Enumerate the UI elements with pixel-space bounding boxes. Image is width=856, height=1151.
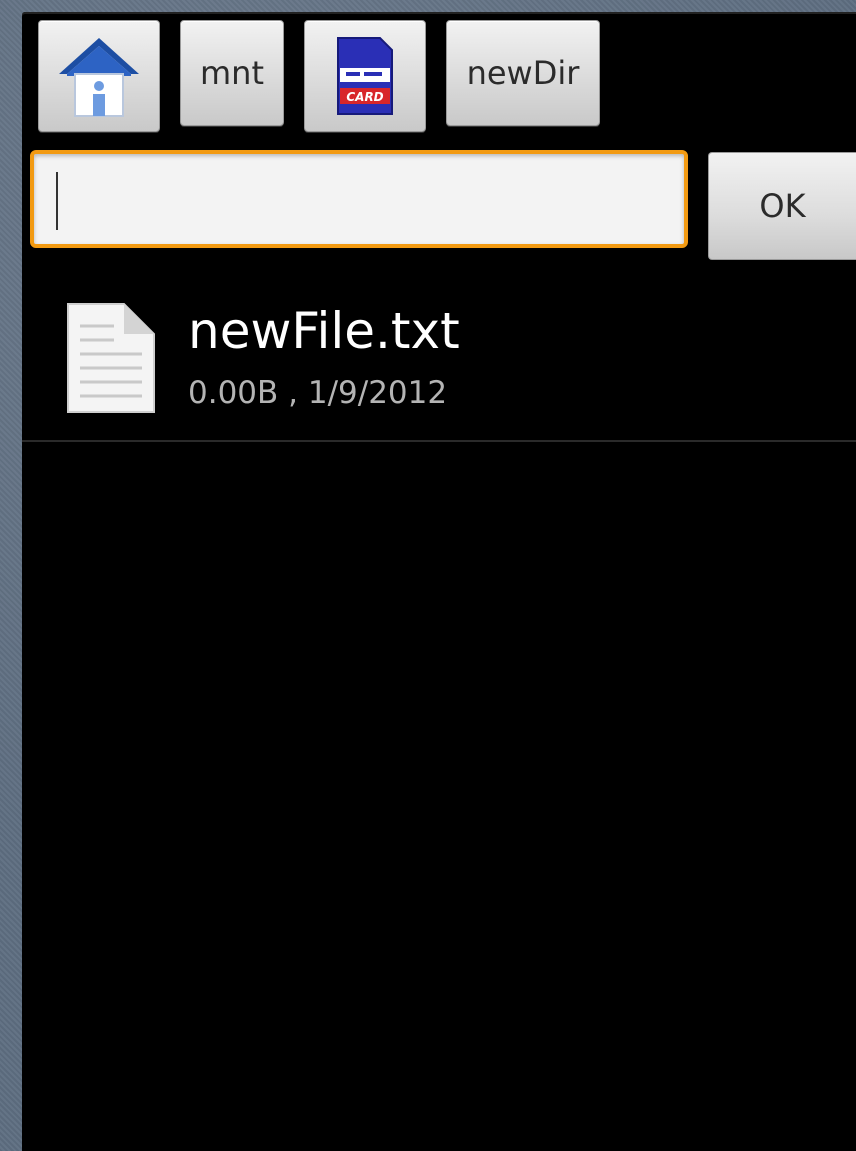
sd-card-icon: CARD	[337, 37, 393, 115]
filename-input[interactable]	[30, 150, 688, 248]
breadcrumb-newdir-label: newDir	[466, 54, 580, 92]
breadcrumb-newdir-button[interactable]: newDir	[446, 20, 600, 126]
text-file-icon	[67, 303, 155, 413]
svg-text:CARD: CARD	[346, 90, 383, 104]
breadcrumb-mnt-label: mnt	[200, 54, 264, 92]
breadcrumb-home-button[interactable]	[38, 20, 160, 132]
breadcrumb-mnt-button[interactable]: mnt	[180, 20, 284, 126]
list-item[interactable]: newFile.txt 0.00B , 1/9/2012	[22, 282, 856, 442]
ok-button[interactable]: OK	[708, 152, 856, 260]
file-list: newFile.txt 0.00B , 1/9/2012	[22, 282, 856, 442]
text-caret	[56, 172, 58, 230]
house-icon	[59, 38, 139, 117]
file-browser-screen: mnt CARD newDir OK newFile.txt 0.00B , 1…	[22, 12, 856, 1151]
ok-button-label: OK	[759, 187, 806, 225]
breadcrumb-sdcard-button[interactable]: CARD	[304, 20, 426, 132]
file-name: newFile.txt	[188, 302, 460, 360]
file-meta: 0.00B , 1/9/2012	[188, 375, 448, 411]
